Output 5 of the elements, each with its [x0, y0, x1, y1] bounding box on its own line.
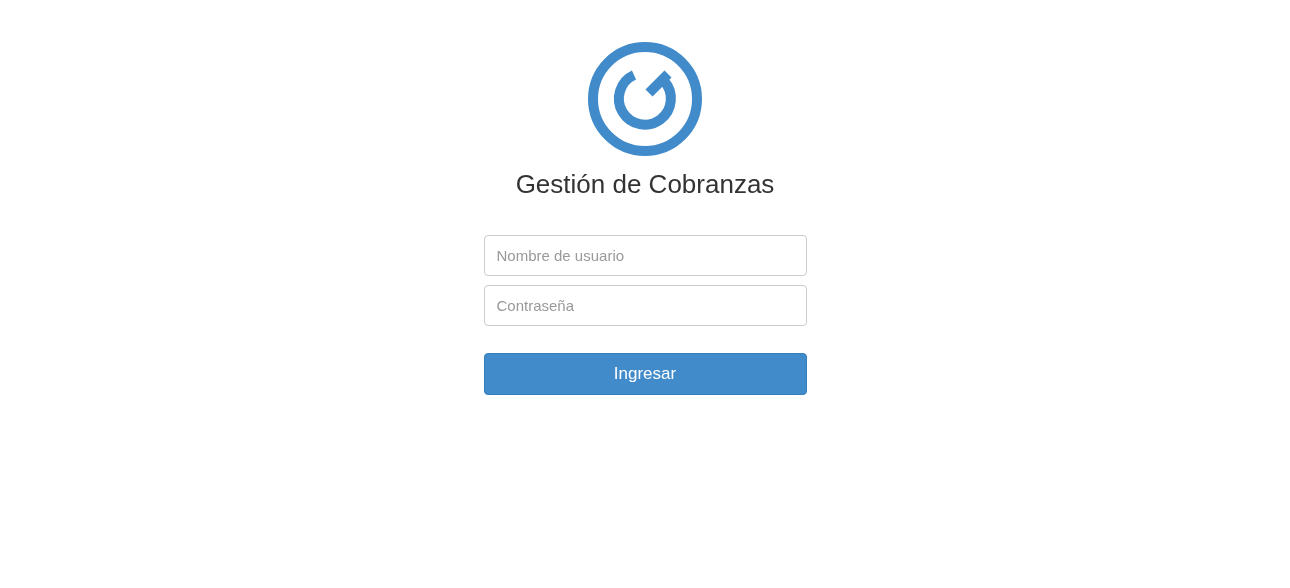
app-title: Gestión de Cobranzas — [515, 169, 775, 200]
login-button[interactable]: Ingresar — [483, 353, 807, 395]
input-field[interactable]: Contraseña — [483, 285, 807, 326]
input-field[interactable]: Nombre de usuario — [483, 235, 807, 276]
logo-icon — [587, 41, 703, 157]
